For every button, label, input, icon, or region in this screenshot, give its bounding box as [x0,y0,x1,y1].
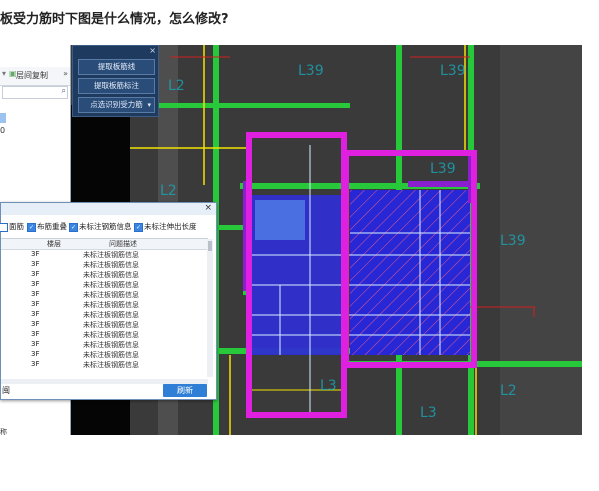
page-title: 板受力筋时下图是什么情况，怎么修改? [0,12,229,27]
search-icon[interactable]: ⌕ [62,86,66,96]
refresh-button[interactable]: 刷新 [163,384,207,397]
checkbox-icon[interactable] [0,222,8,232]
scrollbar-thumb[interactable] [208,241,212,251]
description-cell: 未标注板钢筋信息 [83,351,139,359]
check-results-dialog: × 面筋 ✓ 布筋重叠 ✓ 未标注钢筋信息 ✓ 未标注伸出长度 楼层 问题描述 3F 未… [0,202,217,400]
table-row[interactable]: 3F 未标注板钢筋信息 [1,300,208,310]
svg-text:L39: L39 [430,161,456,177]
table-header: 楼层 问题描述 [1,239,208,250]
checkbox-label: 布筋重叠 [37,222,67,231]
checkbox-icon[interactable]: ✓ [27,222,36,232]
rebar-tool-panel: × 提取板筋线 提取板筋标注 点选识别受力筋 ▾ [72,45,159,117]
tree-toolbar: ▾ ▣ 层间复制 » [0,67,70,86]
dropdown-arrow-icon[interactable]: ▾ [2,69,6,78]
more-icon[interactable]: » [63,69,68,78]
software-screenshot: L39 L39 L2 L39 L39 L2 L3 L2 L3 ▾ ▣ 层间复制 … [0,45,582,435]
floor-cell: 3F [31,310,40,318]
description-cell: 未标注板钢筋信息 [83,341,139,349]
description-cell: 未标注板钢筋信息 [83,281,139,289]
tree-selected-item[interactable] [0,113,6,123]
floor-cell: 3F [31,320,40,328]
dropdown-arrow-icon[interactable]: ▾ [147,98,151,112]
column-header-description[interactable]: 问题描述 [109,239,137,249]
description-cell: 未标注板钢筋信息 [83,301,139,309]
floor-cell: 3F [31,340,40,348]
table-row[interactable]: 3F 未标注板钢筋信息 [1,250,208,260]
description-cell: 未标注板钢筋信息 [83,311,139,319]
table-row[interactable]: 3F 未标注板钢筋信息 [1,360,208,370]
svg-text:L3: L3 [420,405,437,421]
floor-cell: 3F [31,280,40,288]
svg-text:L3: L3 [320,378,337,394]
svg-text:L2: L2 [500,383,517,399]
description-cell: 未标注板钢筋信息 [83,321,139,329]
dialog-titlebar[interactable]: × [1,203,216,215]
button-label: 提取板筋线 [97,62,136,71]
button-label: 提取板筋标注 [94,81,139,90]
close-icon[interactable]: × [149,46,156,55]
extract-rebar-line-button[interactable]: 提取板筋线 [78,59,155,75]
property-panel: 称 [0,405,70,435]
description-cell: 未标注板钢筋信息 [83,251,139,259]
table-row[interactable]: 3F 未标注板钢筋信息 [1,310,208,320]
results-table: 楼层 问题描述 3F 未标注板钢筋信息 3F 未标注板钢筋信息 3F 未标注板钢筋信息 3F… [1,238,208,379]
floor-cell: 3F [31,270,40,278]
checkbox-label: 面筋 [9,222,24,231]
table-row[interactable]: 3F 未标注板钢筋信息 [1,350,208,360]
svg-text:L2: L2 [168,78,185,94]
floor-cell: 3F [31,330,40,338]
description-cell: 未标注板钢筋信息 [83,261,139,269]
table-row[interactable]: 3F 未标注板钢筋信息 [1,290,208,300]
table-row[interactable]: 3F 未标注板钢筋信息 [1,340,208,350]
svg-text:L39: L39 [500,233,526,249]
table-row[interactable]: 3F 未标注板钢筋信息 [1,320,208,330]
checkbox-icon[interactable]: ✓ [69,222,78,232]
table-row[interactable]: 3F 未标注板钢筋信息 [1,270,208,280]
table-row[interactable]: 3F 未标注板钢筋信息 [1,260,208,270]
filter-overlap[interactable]: ✓ 布筋重叠 [27,221,67,233]
svg-text:L39: L39 [440,63,466,79]
floor-cell: 3F [31,350,40,358]
description-cell: 未标注板钢筋信息 [83,331,139,339]
close-icon[interactable]: × [204,203,212,213]
property-label: 称 [0,428,7,435]
floor-cell: 3F [31,360,40,368]
floor-cell: 3F [31,250,40,258]
checkbox-label: 未标注伸出长度 [144,222,197,231]
button-label: 点选识别受力筋 [90,100,143,109]
tree-search-input[interactable]: ⌕ [2,86,68,99]
table-row[interactable]: 3F 未标注板钢筋信息 [1,330,208,340]
table-row[interactable]: 3F 未标注板钢筋信息 [1,280,208,290]
description-cell: 未标注板钢筋信息 [83,271,139,279]
svg-text:L2: L2 [160,183,177,199]
extract-rebar-label-button[interactable]: 提取板筋标注 [78,78,155,94]
checkbox-icon[interactable]: ✓ [134,222,143,232]
description-cell: 未标注板钢筋信息 [83,361,139,369]
column-header-floor[interactable]: 楼层 [47,239,61,249]
tree-item[interactable]: 0 [0,126,5,135]
floor-copy-button[interactable]: 层间复制 [16,70,48,81]
filter-top-rebar[interactable]: 面筋 [0,221,24,233]
checkbox-label: 未标注钢筋信息 [79,222,132,231]
vertical-scrollbar[interactable] [207,239,213,377]
filter-no-extension[interactable]: ✓ 未标注伸出长度 [134,221,197,233]
floor-cell: 3F [31,260,40,268]
floor-cell: 3F [31,290,40,298]
status-text: 闽 [2,386,10,395]
identify-stress-rebar-button[interactable]: 点选识别受力筋 ▾ [78,97,155,113]
svg-text:L39: L39 [298,63,324,79]
description-cell: 未标注板钢筋信息 [83,291,139,299]
filter-no-rebar-info[interactable]: ✓ 未标注钢筋信息 [69,221,132,233]
floor-cell: 3F [31,300,40,308]
